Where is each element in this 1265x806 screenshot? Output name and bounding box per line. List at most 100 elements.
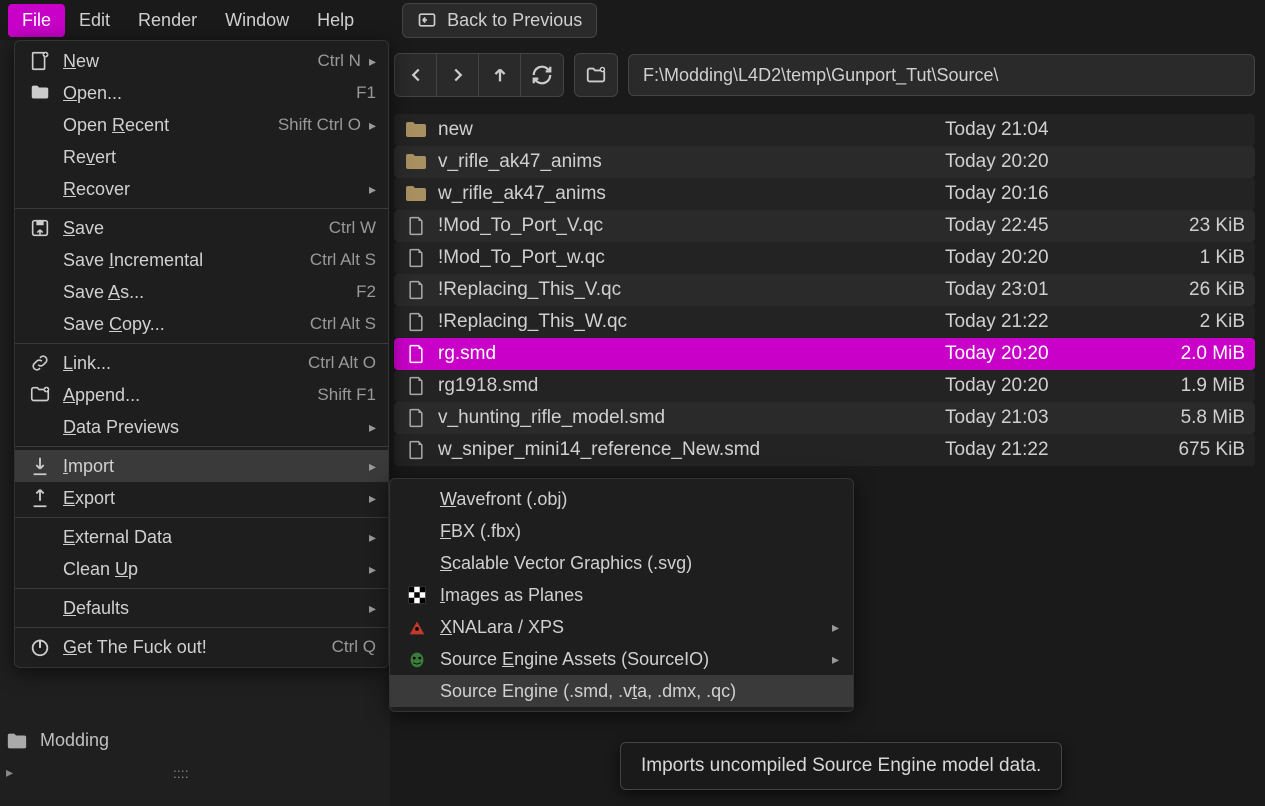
back-label: Back to Previous xyxy=(447,10,582,31)
import-source-engine-assets-sourceio-[interactable]: Source Engine Assets (SourceIO)▸ xyxy=(390,643,853,675)
blank-icon xyxy=(27,178,53,200)
save-icon xyxy=(27,217,53,239)
folder-icon xyxy=(404,184,428,204)
file-menu-export[interactable]: Export▸ xyxy=(15,482,388,514)
source-icon xyxy=(404,648,430,670)
blank-icon xyxy=(404,488,430,510)
import-wavefront-obj-[interactable]: Wavefront (.obj) xyxy=(390,483,853,515)
file-menu-defaults[interactable]: Defaults▸ xyxy=(15,592,388,624)
file-row[interactable]: v_hunting_rifle_model.smdToday 21:035.8 … xyxy=(394,402,1255,434)
tooltip: Imports uncompiled Source Engine model d… xyxy=(620,742,1062,790)
back-icon xyxy=(417,10,437,30)
import-scalable-vector-graphics-svg-[interactable]: Scalable Vector Graphics (.svg) xyxy=(390,547,853,579)
blank-icon xyxy=(27,249,53,271)
new-icon xyxy=(27,50,53,72)
file-row[interactable]: v_rifle_ak47_animsToday 20:20 xyxy=(394,146,1255,178)
folder-icon xyxy=(404,120,428,140)
file-menu-save-as-[interactable]: Save As...F2 xyxy=(15,276,388,308)
import-source-engine-smd-vta-dmx-qc-[interactable]: Source Engine (.smd, .vta, .dmx, .qc) xyxy=(390,675,853,707)
menu-file[interactable]: File xyxy=(8,4,65,37)
chevron-right-icon: ▸ xyxy=(369,117,376,134)
file-row[interactable]: newToday 21:04 xyxy=(394,114,1255,146)
export-icon xyxy=(27,487,53,509)
file-row[interactable]: !Replacing_This_V.qcToday 23:0126 KiB xyxy=(394,274,1255,306)
power-icon xyxy=(27,636,53,658)
link-icon xyxy=(27,352,53,374)
file-menu-save[interactable]: SaveCtrl W xyxy=(15,212,388,244)
chevron-right-icon: ▸ xyxy=(369,458,376,475)
file-toolbar: F:\Modding\L4D2\temp\Gunport_Tut\Source\ xyxy=(394,50,1255,100)
folder-icon xyxy=(404,152,428,172)
menubar: FileEditRenderWindowHelp Back to Previou… xyxy=(0,0,1265,40)
chevron-right-icon: ▸ xyxy=(369,529,376,546)
menu-edit[interactable]: Edit xyxy=(65,4,124,37)
file-menu-revert[interactable]: Revert xyxy=(15,141,388,173)
new-folder-button[interactable] xyxy=(575,54,617,96)
file-row[interactable]: !Mod_To_Port_w.qcToday 20:201 KiB xyxy=(394,242,1255,274)
file-menu-append-[interactable]: Append...Shift F1 xyxy=(15,379,388,411)
file-menu-get-the-fuck-out-[interactable]: Get The Fuck out!Ctrl Q xyxy=(15,631,388,663)
file-icon xyxy=(404,440,428,460)
blank-icon xyxy=(27,416,53,438)
blank-icon xyxy=(27,281,53,303)
nav-forward-button[interactable] xyxy=(437,54,479,96)
import-xnalara-xps[interactable]: XNALara / XPS▸ xyxy=(390,611,853,643)
file-icon xyxy=(404,280,428,300)
nav-back-button[interactable] xyxy=(395,54,437,96)
import-icon xyxy=(27,455,53,477)
resize-handle[interactable]: ▸:::: xyxy=(6,764,189,781)
file-icon xyxy=(404,408,428,428)
file-icon xyxy=(404,312,428,332)
back-to-previous-button[interactable]: Back to Previous xyxy=(402,3,597,38)
file-menu-open-recent[interactable]: Open RecentShift Ctrl O▸ xyxy=(15,109,388,141)
file-row[interactable]: w_sniper_mini14_reference_New.smdToday 2… xyxy=(394,434,1255,466)
menu-help[interactable]: Help xyxy=(303,4,368,37)
checker-icon xyxy=(404,584,430,606)
chevron-right-icon: ▸ xyxy=(369,561,376,578)
path-input[interactable]: F:\Modding\L4D2\temp\Gunport_Tut\Source\ xyxy=(628,54,1255,96)
file-menu-dropdown: NewCtrl N▸Open...F1Open RecentShift Ctrl… xyxy=(14,40,389,668)
file-menu-new[interactable]: NewCtrl N▸ xyxy=(15,45,388,77)
folder-icon xyxy=(6,731,28,751)
import-submenu: Wavefront (.obj)FBX (.fbx)Scalable Vecto… xyxy=(389,478,854,712)
chevron-right-icon: ▸ xyxy=(369,419,376,436)
file-menu-clean-up[interactable]: Clean Up▸ xyxy=(15,553,388,585)
nav-up-button[interactable] xyxy=(479,54,521,96)
menu-render[interactable]: Render xyxy=(124,4,211,37)
chevron-right-icon: ▸ xyxy=(369,181,376,198)
bookmark-modding[interactable]: Modding xyxy=(6,730,109,751)
menu-window[interactable]: Window xyxy=(211,4,303,37)
file-menu-open-[interactable]: Open...F1 xyxy=(15,77,388,109)
nav-refresh-button[interactable] xyxy=(521,54,563,96)
folder-icon xyxy=(27,82,53,104)
file-menu-recover[interactable]: Recover▸ xyxy=(15,173,388,205)
blank-icon xyxy=(27,597,53,619)
file-menu-save-incremental[interactable]: Save IncrementalCtrl Alt S xyxy=(15,244,388,276)
blank-icon xyxy=(27,526,53,548)
file-icon xyxy=(404,376,428,396)
blank-icon xyxy=(404,680,430,702)
file-menu-import[interactable]: Import▸ xyxy=(15,450,388,482)
import-images-as-planes[interactable]: Images as Planes xyxy=(390,579,853,611)
file-row[interactable]: !Replacing_This_W.qcToday 21:222 KiB xyxy=(394,306,1255,338)
file-row[interactable]: w_rifle_ak47_animsToday 20:16 xyxy=(394,178,1255,210)
file-row[interactable]: rg.smdToday 20:202.0 MiB xyxy=(394,338,1255,370)
chevron-right-icon: ▸ xyxy=(832,651,839,668)
file-menu-data-previews[interactable]: Data Previews▸ xyxy=(15,411,388,443)
file-row[interactable]: rg1918.smdToday 20:201.9 MiB xyxy=(394,370,1255,402)
blank-icon xyxy=(404,552,430,574)
blank-icon xyxy=(404,520,430,542)
blank-icon xyxy=(27,114,53,136)
file-menu-link-[interactable]: Link...Ctrl Alt O xyxy=(15,347,388,379)
chevron-right-icon: ▸ xyxy=(369,600,376,617)
file-menu-save-copy-[interactable]: Save Copy...Ctrl Alt S xyxy=(15,308,388,340)
blank-icon xyxy=(27,558,53,580)
file-menu-external-data[interactable]: External Data▸ xyxy=(15,521,388,553)
file-icon xyxy=(404,216,428,236)
import-fbx-fbx-[interactable]: FBX (.fbx) xyxy=(390,515,853,547)
chevron-right-icon: ▸ xyxy=(832,619,839,636)
blank-icon xyxy=(27,146,53,168)
file-icon xyxy=(404,248,428,268)
blank-icon xyxy=(27,313,53,335)
file-row[interactable]: !Mod_To_Port_V.qcToday 22:4523 KiB xyxy=(394,210,1255,242)
